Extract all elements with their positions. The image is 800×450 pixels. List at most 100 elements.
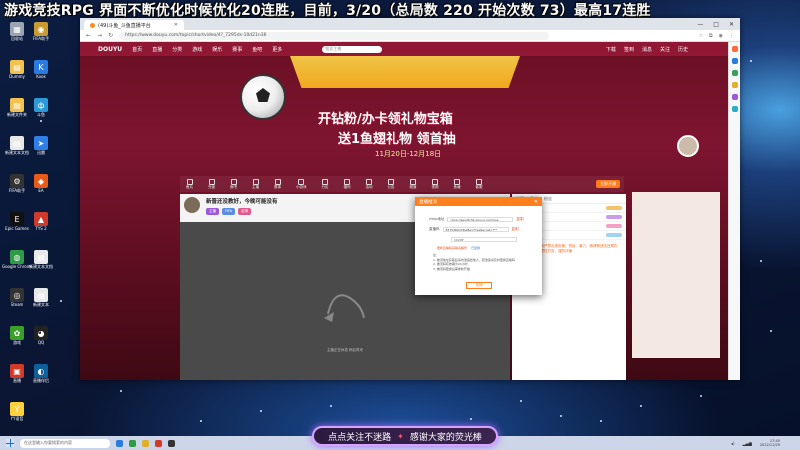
- desktop-icon[interactable]: ▤ 新建文本文档: [26, 250, 56, 269]
- nav-item[interactable]: 游戏: [192, 46, 202, 53]
- nav-item[interactable]: 分类: [172, 46, 182, 53]
- category-item[interactable]: 赛事: [274, 178, 281, 190]
- side-app-icon[interactable]: [731, 106, 738, 112]
- side-app-icon[interactable]: [731, 70, 738, 76]
- browser-window: (49)斗鱼_斗鱼直播平台 ✕ — □ ✕ ← → ↻ https://www.…: [80, 18, 740, 380]
- desktop-icon[interactable]: ◐ 直播伴侣: [26, 364, 56, 383]
- chrome-icon[interactable]: [129, 439, 136, 447]
- category-item[interactable]: 公告: [388, 178, 395, 190]
- copy-key-button[interactable]: 复制: [512, 227, 519, 232]
- category-item[interactable]: 充值: [208, 178, 215, 190]
- quality-select[interactable]: 1920P: [451, 237, 517, 242]
- key-field[interactable]: 8375360rrHbqBqyT?wsSecret=***: [442, 227, 509, 232]
- banner-subheadline: 送1鱼翅礼物 领首抽: [338, 132, 456, 147]
- desktop-icon-label: 新建文本: [33, 302, 49, 307]
- desktop-icon[interactable]: K Kook: [26, 60, 56, 79]
- close-icon[interactable]: ✕: [174, 22, 178, 28]
- app-icon[interactable]: [155, 439, 162, 447]
- dialog-links: 更新直播码请联系超管 已复制: [437, 246, 480, 250]
- side-app-icon[interactable]: [731, 94, 738, 100]
- nav-item[interactable]: 赛事: [232, 46, 242, 53]
- site-search-input[interactable]: 搜索主播: [322, 45, 383, 53]
- tab-fans[interactable]: 粉丝: [544, 196, 552, 202]
- category-item[interactable]: 频道: [410, 178, 417, 190]
- messages-link[interactable]: 消息: [642, 46, 652, 53]
- url-input[interactable]: https://www.douyu.com/topic/shortvideo/4…: [119, 31, 550, 40]
- room-tag[interactable]: FIFA: [222, 208, 236, 215]
- streamer-avatar[interactable]: [184, 197, 200, 213]
- browser-tab[interactable]: (49)斗鱼_斗鱼直播平台 ✕: [84, 20, 184, 30]
- update-key-link[interactable]: 更新直播码请联系超管: [437, 246, 467, 250]
- open-vip-button[interactable]: 立即开通: [596, 180, 620, 188]
- desktop-icon[interactable]: ▲ TYS 2: [26, 212, 56, 231]
- taskbar-search-input[interactable]: 在这里输入你要搜索的内容: [20, 438, 110, 448]
- app-icon: ◆: [34, 174, 48, 188]
- category-item[interactable]: 主播: [252, 178, 259, 190]
- desktop-icon[interactable]: ◆ EA: [26, 174, 56, 193]
- copied-link[interactable]: 已复制: [471, 246, 480, 250]
- nav-item[interactable]: 直播: [152, 46, 162, 53]
- refresh-icon[interactable]: ↻: [108, 32, 113, 39]
- profile-icon[interactable]: ◉: [719, 33, 723, 39]
- window-controls: — □ ✕: [697, 21, 740, 28]
- category-item[interactable]: 鱼塘: [454, 178, 461, 190]
- side-app-icon[interactable]: [731, 46, 738, 52]
- obs-icon[interactable]: [168, 439, 175, 447]
- star-decoration: [770, 330, 772, 332]
- maximize-button[interactable]: □: [713, 21, 719, 28]
- nav-item[interactable]: 更多: [272, 46, 282, 53]
- promo-banner[interactable]: 开钻粉/办卡领礼物宝箱 送1鱼翅礼物 领首抽 11月20日-12月18日: [80, 56, 728, 176]
- player-hint: 主播正在休息 稍后再来: [326, 348, 364, 352]
- folder-icon[interactable]: [142, 439, 149, 447]
- extensions-icon[interactable]: ⧉: [709, 33, 713, 39]
- streamer-photo[interactable]: [677, 135, 699, 157]
- category-item[interactable]: 分区: [322, 178, 329, 190]
- volume-icon[interactable]: ◂): [731, 441, 735, 446]
- category-label: 鱼丸: [186, 184, 193, 189]
- side-app-icon[interactable]: [731, 58, 738, 64]
- category-item[interactable]: 视频: [432, 178, 439, 190]
- download-link[interactable]: 下载: [606, 46, 616, 53]
- browser-toolbar: ☆ ⧉ ◉ ⋮: [699, 33, 734, 39]
- desktop-icon[interactable]: ◉ FIFA助手: [26, 22, 56, 41]
- close-dialog-button[interactable]: 关闭: [466, 282, 492, 289]
- explorer-icon[interactable]: [116, 439, 123, 447]
- desktop-icon[interactable]: ▤ 新建文本: [26, 288, 56, 307]
- desktop-icon[interactable]: ◕ QQ: [26, 326, 56, 345]
- category-item[interactable]: 鱼丸: [186, 178, 193, 190]
- forward-icon[interactable]: →: [97, 32, 102, 39]
- nav-item[interactable]: 娱乐: [212, 46, 222, 53]
- menu-icon[interactable]: ⋮: [729, 33, 734, 39]
- category-item[interactable]: 客服: [476, 178, 483, 190]
- desktop-icon-label: Dummy: [9, 74, 25, 79]
- server-field[interactable]: rtmp://sendtc3a.douyu.com/live: [447, 217, 514, 222]
- desktop-icon-label: 斗鱼: [37, 112, 45, 117]
- stream-overlay-title: 游戏竞技RPG 界面不断优化时候优化20连胜，目前，3/20（总局数 220 开…: [4, 3, 651, 19]
- history-link[interactable]: 历史: [678, 46, 688, 53]
- nav-item[interactable]: 首页: [132, 46, 142, 53]
- room-tag[interactable]: 足球: [238, 208, 252, 215]
- start-button[interactable]: [6, 439, 14, 447]
- room-tag[interactable]: 主播: [206, 208, 219, 215]
- desktop-icon[interactable]: Y YY语音: [2, 402, 32, 421]
- close-window-button[interactable]: ✕: [729, 21, 734, 28]
- category-item[interactable]: 活动: [366, 178, 373, 190]
- side-app-icon[interactable]: [731, 82, 738, 88]
- nav-item[interactable]: 鱼吧: [252, 46, 262, 53]
- star-icon[interactable]: ☆: [699, 33, 703, 39]
- desktop-icon[interactable]: ➤ 迅雷: [26, 136, 56, 155]
- site-logo[interactable]: DOUYU: [98, 46, 122, 53]
- category-label: 充值: [208, 184, 215, 189]
- minimize-button[interactable]: —: [697, 21, 703, 28]
- category-item[interactable]: 福利: [344, 178, 351, 190]
- back-icon[interactable]: ←: [86, 32, 91, 39]
- taskbar-clock[interactable]: 17:40 2022/11/29: [760, 439, 780, 447]
- copy-server-button[interactable]: 复制: [516, 217, 523, 222]
- checkin-link[interactable]: 签到: [624, 46, 634, 53]
- close-icon[interactable]: ✕: [534, 199, 538, 205]
- category-item[interactable]: 鱼吧: [230, 178, 237, 190]
- follow-link[interactable]: 关注: [660, 46, 670, 53]
- category-item[interactable]: 小游戏: [296, 178, 307, 190]
- desktop-icon[interactable]: ф 斗鱼: [26, 98, 56, 117]
- network-icon[interactable]: ▂▄▆: [743, 441, 752, 446]
